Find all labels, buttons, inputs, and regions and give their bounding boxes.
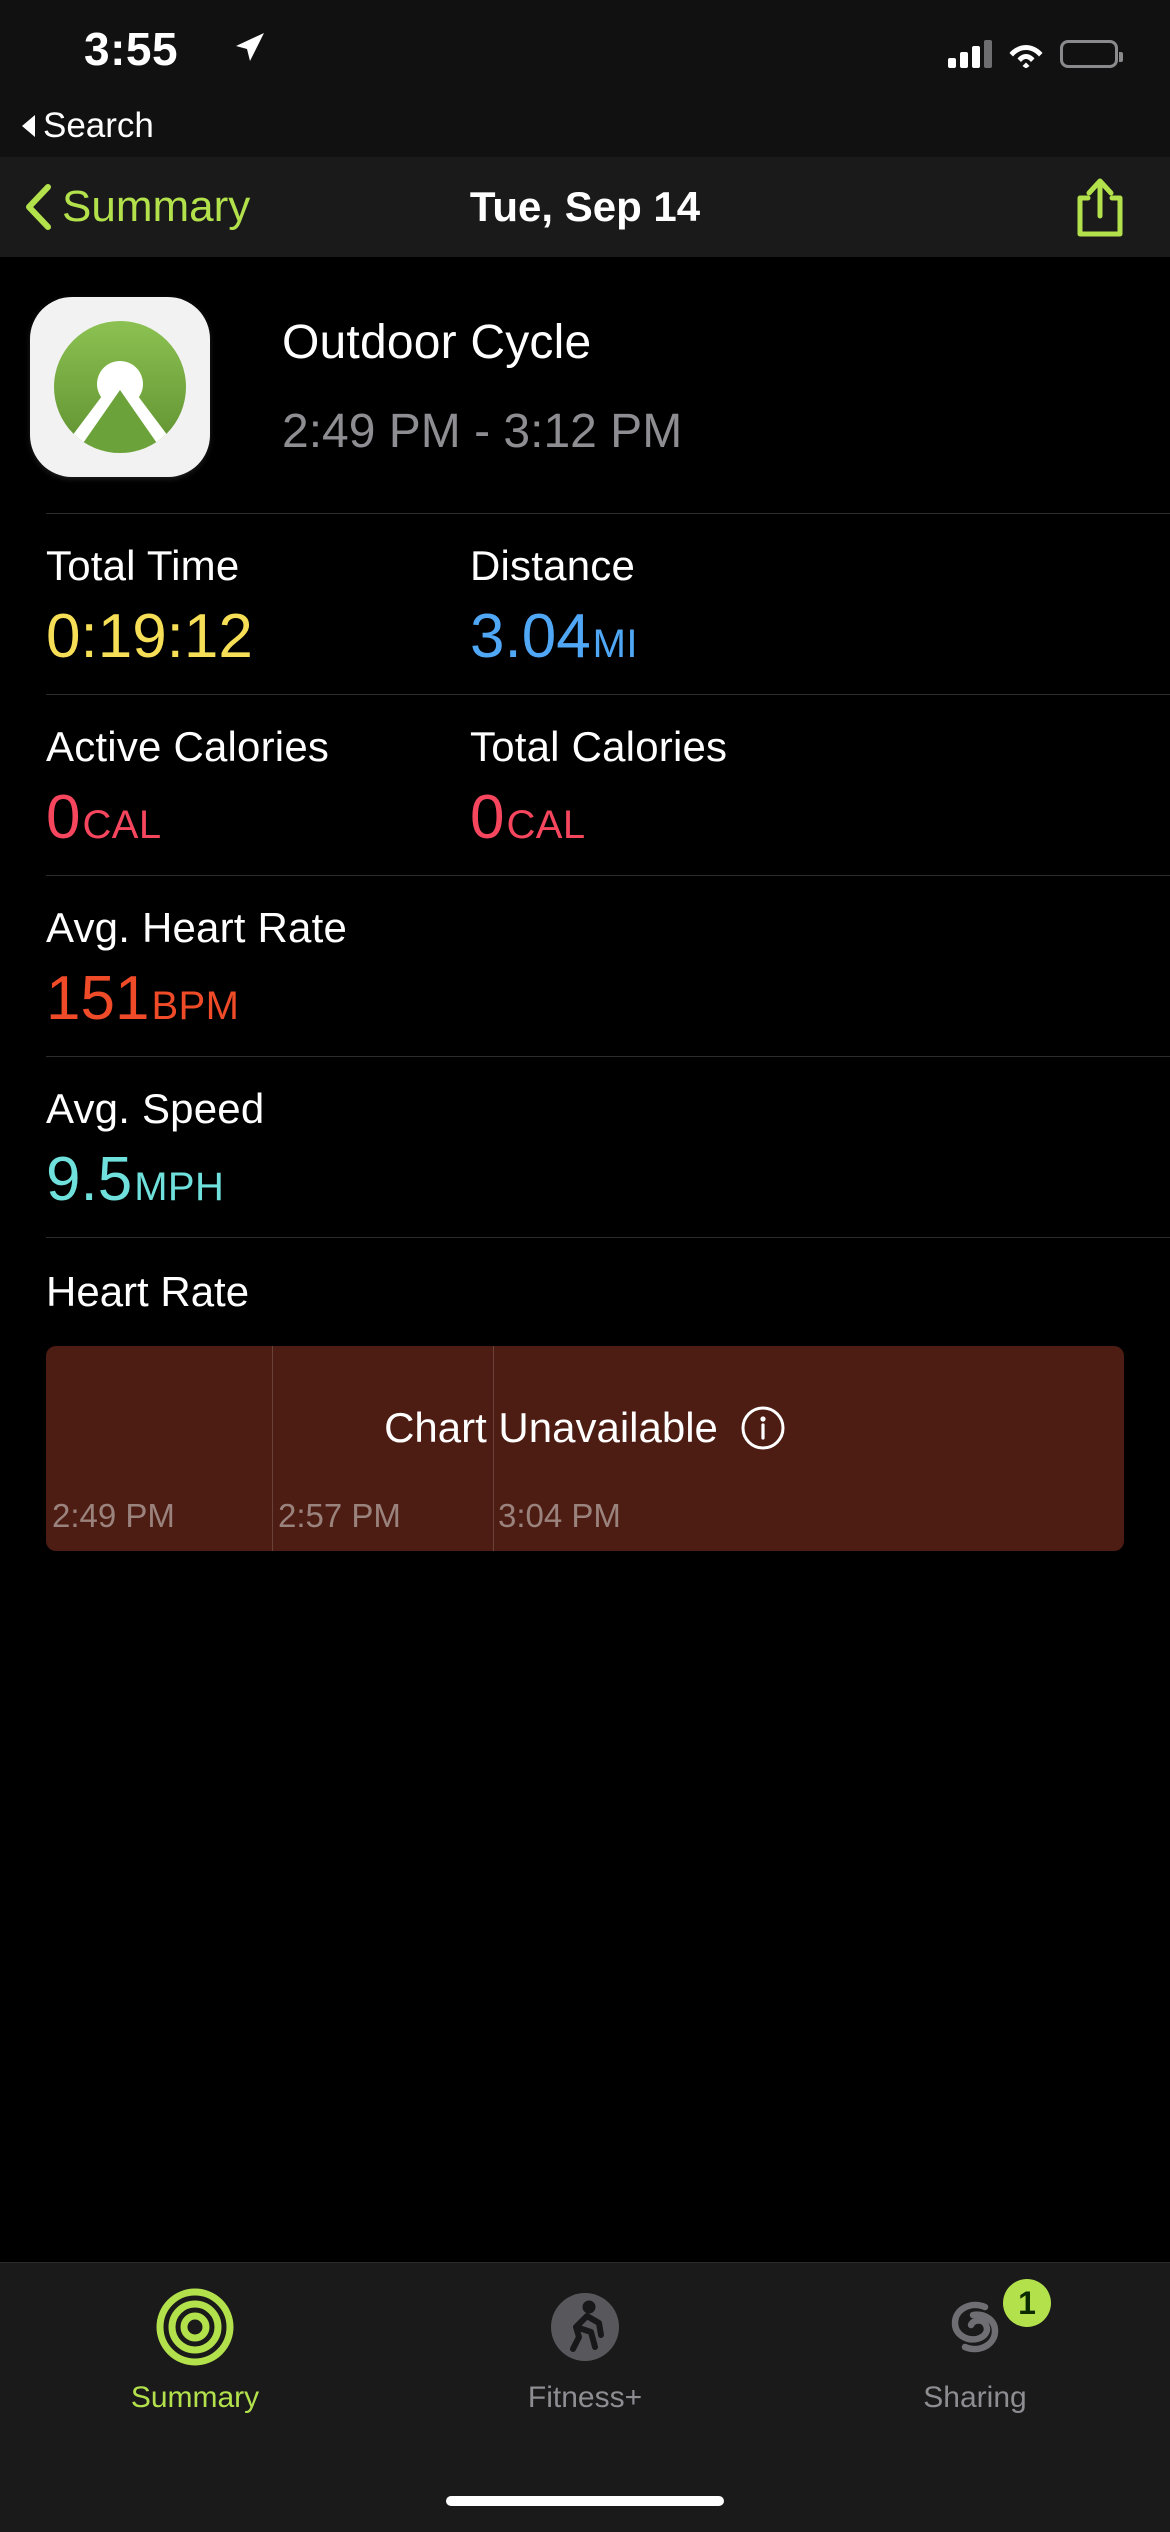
back-button[interactable]: Summary (24, 182, 250, 232)
breadcrumb[interactable]: Search (0, 95, 1170, 157)
phone-screen: 3:55 Search Tue, Sep 14 Summary Outdoor … (0, 0, 1170, 2532)
metric-distance: Distance 3.04 MI (452, 542, 904, 668)
tab-label: Fitness+ (527, 2381, 643, 2414)
chevron-left-icon (24, 184, 52, 230)
sharing-badge: 1 (1003, 2279, 1051, 2327)
metric-label: Distance (470, 542, 636, 589)
metric-number: 9.5 (46, 1145, 133, 1214)
komoot-app-icon (30, 297, 210, 477)
chart-x-tick: 2:57 PM (278, 1497, 401, 1534)
chart-x-axis: 2:49 PM 2:57 PM 3:04 PM (46, 1497, 1124, 1537)
heart-rate-chart[interactable]: Chart Unavailable 2:49 PM 2:57 PM 3:04 P… (46, 1346, 1124, 1551)
metric-value: 0 CAL (470, 787, 904, 849)
metric-unit: MPH (134, 1165, 225, 1209)
metric-avg-speed: Avg. Speed 9.5 MPH (0, 1085, 452, 1211)
home-indicator[interactable] (446, 2496, 724, 2506)
metric-number: 0 (470, 783, 505, 852)
workout-time-range: 2:49 PM - 3:12 PM (282, 405, 683, 458)
tab-label: Sharing (923, 2381, 1027, 2414)
metric-label: Active Calories (46, 723, 330, 770)
metric-unit: CAL (506, 803, 586, 847)
metric-avg-heart-rate: Avg. Heart Rate 151 BPM (0, 904, 452, 1030)
metric-row: Avg. Speed 9.5 MPH (0, 1057, 1170, 1237)
metric-row: Total Time 0:19:12 Distance 3.04 MI (0, 514, 1170, 694)
chart-unavailable-message: Chart Unavailable (46, 1404, 1124, 1452)
workout-detail-content: Outdoor Cycle 2:49 PM - 3:12 PM Total Ti… (0, 257, 1170, 2262)
chart-x-tick: 3:04 PM (498, 1497, 621, 1534)
tab-sharing[interactable]: 1 Sharing (780, 2279, 1170, 2448)
navigation-bar: Tue, Sep 14 Summary (0, 157, 1170, 257)
chart-x-tick: 2:49 PM (52, 1497, 175, 1534)
back-triangle-icon (22, 115, 35, 137)
metric-number: 0 (46, 783, 81, 852)
metric-value: 3.04 MI (470, 606, 904, 668)
metric-label: Avg. Speed (46, 1085, 265, 1132)
metric-number: 151 (46, 964, 150, 1033)
metric-value: 151 BPM (46, 968, 452, 1030)
info-circle-icon[interactable] (740, 1405, 786, 1451)
tab-bar: Summary Fitness+ 1 Sharing (0, 2262, 1170, 2532)
chart-unavailable-text: Chart Unavailable (384, 1404, 718, 1451)
fitness-plus-icon (543, 2285, 627, 2369)
workout-meta: Outdoor Cycle 2:49 PM - 3:12 PM (282, 315, 682, 459)
metric-value: 0:19:12 (46, 606, 452, 668)
metric-row: Active Calories 0 CAL Total Calories 0 C… (0, 695, 1170, 875)
location-arrow-icon (232, 30, 266, 64)
metric-label: Total Calories (470, 723, 728, 770)
heart-rate-chart-block: Heart Rate Chart Unavailable 2:49 PM 2:5… (0, 1238, 1170, 1551)
status-bar-time: 3:55 (84, 23, 179, 75)
metric-total-calories: Total Calories 0 CAL (452, 723, 904, 849)
breadcrumb-label: Search (43, 106, 154, 145)
tab-summary[interactable]: Summary (0, 2285, 390, 2448)
metric-number: 0:19:12 (46, 602, 253, 671)
battery-icon (1060, 40, 1123, 68)
metric-value: 9.5 MPH (46, 1149, 452, 1211)
chart-title: Heart Rate (46, 1268, 250, 1315)
metric-row: Avg. Heart Rate 151 BPM (0, 876, 1170, 1056)
wifi-icon (1008, 40, 1044, 69)
tab-label: Summary (130, 2381, 260, 2414)
activity-rings-icon (153, 2285, 237, 2369)
metric-value: 0 CAL (46, 787, 452, 849)
sharing-icon: 1 (933, 2279, 1051, 2369)
workout-header: Outdoor Cycle 2:49 PM - 3:12 PM (0, 257, 1170, 513)
tab-fitness-plus[interactable]: Fitness+ (390, 2285, 780, 2448)
status-bar: 3:55 (0, 0, 1170, 95)
metric-label: Total Time (46, 542, 240, 589)
metric-number: 3.04 (470, 602, 591, 671)
cellular-signal-icon (948, 38, 992, 68)
metric-label: Avg. Heart Rate (46, 904, 348, 951)
share-button[interactable] (1072, 176, 1128, 238)
workout-title: Outdoor Cycle (282, 316, 592, 369)
metric-unit: BPM (151, 984, 240, 1028)
back-button-label: Summary (62, 182, 251, 231)
metric-unit: MI (592, 622, 638, 666)
metric-total-time: Total Time 0:19:12 (0, 542, 452, 668)
metric-active-calories: Active Calories 0 CAL (0, 723, 452, 849)
status-bar-indicators (948, 28, 1123, 69)
metric-unit: CAL (82, 803, 162, 847)
